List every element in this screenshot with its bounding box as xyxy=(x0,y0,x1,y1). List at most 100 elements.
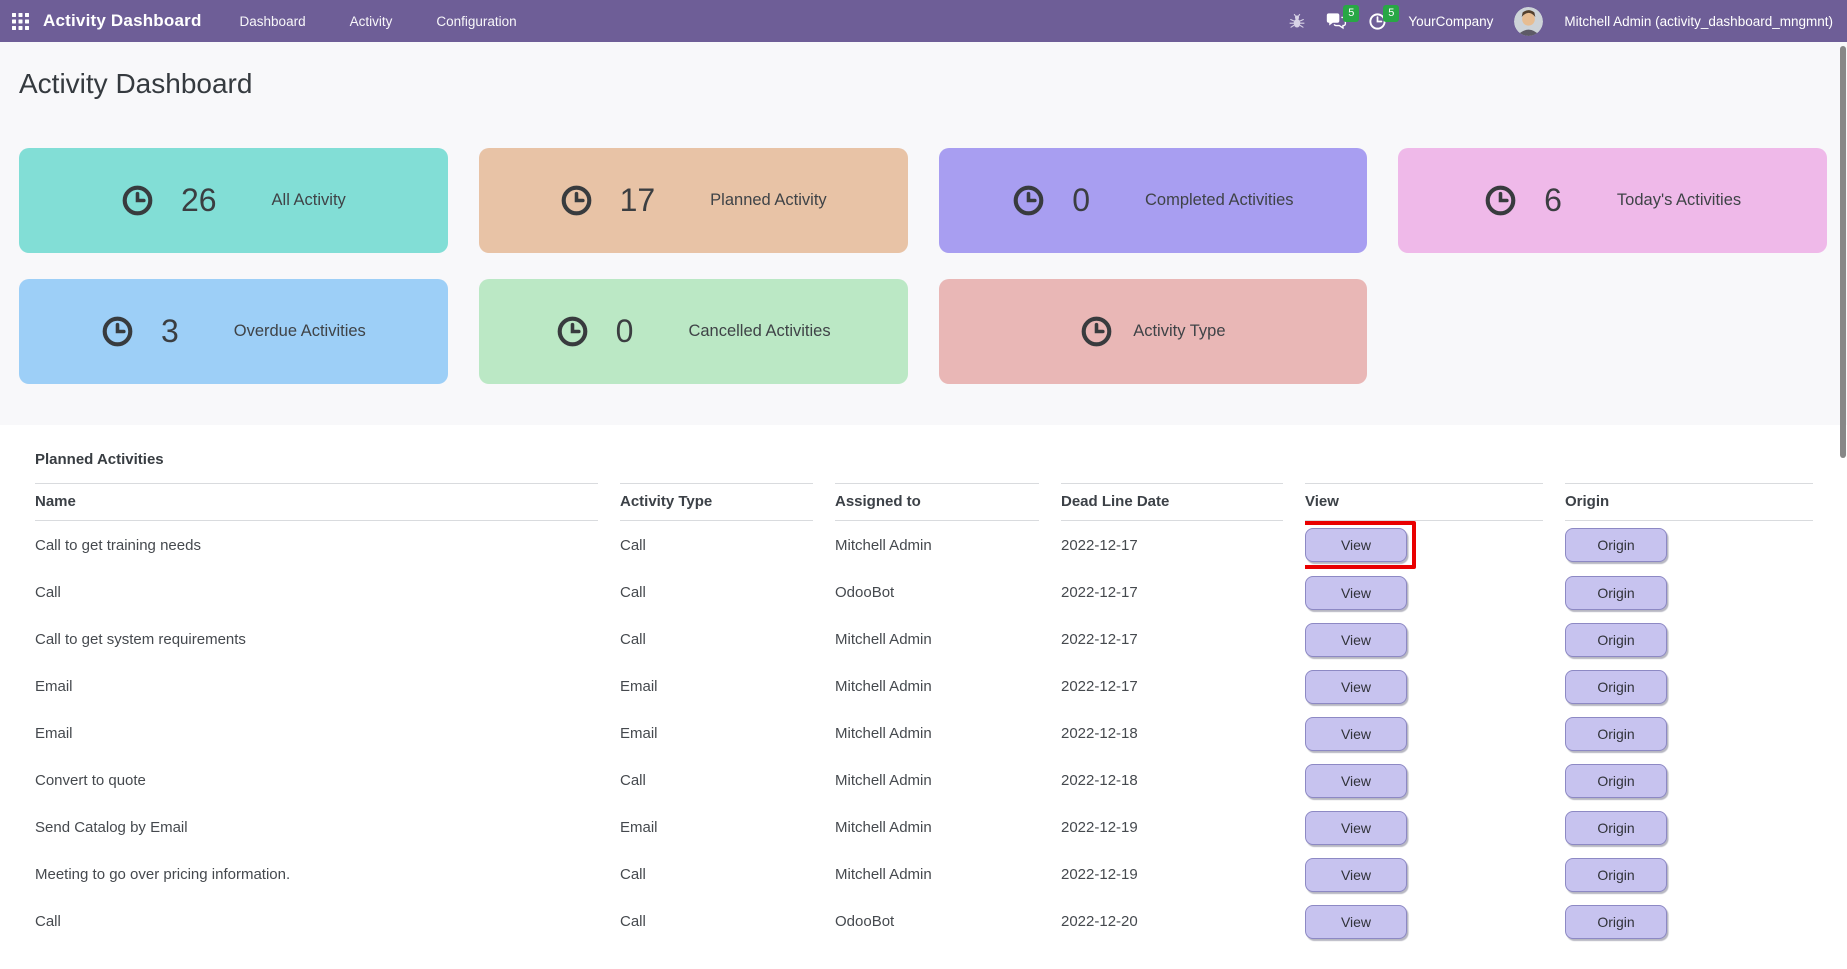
table-row: Call Call OdooBot 2022-12-17 View Origin xyxy=(35,569,1813,616)
stat-label: All Activity xyxy=(271,191,346,209)
view-button-highlight: View xyxy=(1305,622,1407,657)
nav-menu-activity[interactable]: Activity xyxy=(350,14,393,29)
col-header-view: View xyxy=(1305,483,1543,521)
cell-name: Call xyxy=(35,913,61,930)
messages-icon[interactable]: 5 xyxy=(1326,4,1360,31)
view-button[interactable]: View xyxy=(1305,857,1407,892)
cell-view: View xyxy=(1305,851,1543,898)
cell-deadline: 2022-12-19 xyxy=(1061,866,1138,883)
cell-name: Email xyxy=(35,678,73,695)
stat-card-activity-type[interactable]: Activity Type xyxy=(938,279,1368,384)
stat-card-all-activity[interactable]: 26 All Activity xyxy=(19,148,448,253)
origin-button[interactable]: Origin xyxy=(1565,669,1667,704)
stat-label: Completed Activities xyxy=(1144,191,1294,209)
cell-name: Email xyxy=(35,725,73,742)
stat-card-completed-activities[interactable]: 0 Completed Activities xyxy=(938,148,1368,253)
table-row: Call Call OdooBot 2022-12-20 View Origin xyxy=(35,898,1813,945)
cell-activity-type: Call xyxy=(620,913,646,930)
view-button-highlight: View xyxy=(1305,904,1407,939)
view-button[interactable]: View xyxy=(1305,763,1407,798)
table-row: Call to get system requirements Call Mit… xyxy=(35,616,1813,663)
cell-assigned-to: Mitchell Admin xyxy=(835,866,932,883)
stat-label: Activity Type xyxy=(1133,322,1226,340)
nav-menu-dashboard[interactable]: Dashboard xyxy=(240,14,306,29)
view-button-highlight: View xyxy=(1305,857,1407,892)
cell-deadline: 2022-12-17 xyxy=(1061,584,1138,601)
cell-assigned-to: Mitchell Admin xyxy=(835,536,932,554)
cell-name: Convert to quote xyxy=(35,772,146,789)
stat-label: Cancelled Activities xyxy=(688,322,831,340)
stat-card-planned-activity[interactable]: 17 Planned Activity xyxy=(478,148,908,253)
view-button-highlight: View xyxy=(1305,810,1407,845)
app-brand-title[interactable]: Activity Dashboard xyxy=(43,11,202,31)
cell-activity-type: Call xyxy=(620,772,646,789)
origin-button[interactable]: Origin xyxy=(1565,904,1667,939)
user-avatar[interactable] xyxy=(1514,6,1544,36)
view-button[interactable]: View xyxy=(1305,528,1407,562)
cell-view: View xyxy=(1305,616,1543,663)
cell-origin: Origin xyxy=(1565,521,1813,569)
planned-activities-section: Planned Activities Name Activity Type As… xyxy=(0,425,1847,945)
cell-origin: Origin xyxy=(1565,663,1813,710)
planned-activities-table: Name Activity Type Assigned to Dead Line… xyxy=(13,483,1835,945)
stat-card-cancelled-activities[interactable]: 0 Cancelled Activities xyxy=(478,279,908,384)
cell-assigned-to: Mitchell Admin xyxy=(835,678,932,695)
company-switcher[interactable]: YourCompany xyxy=(1408,14,1493,29)
view-button-highlight: View xyxy=(1305,763,1407,798)
origin-button[interactable]: Origin xyxy=(1565,528,1667,562)
view-button[interactable]: View xyxy=(1305,669,1407,704)
view-button-highlight: View xyxy=(1305,521,1416,569)
cell-view: View xyxy=(1305,710,1543,757)
cell-origin: Origin xyxy=(1565,898,1813,945)
view-button[interactable]: View xyxy=(1305,716,1407,751)
origin-button[interactable]: Origin xyxy=(1565,763,1667,798)
view-button-highlight: View xyxy=(1305,575,1407,610)
cell-name: Call to get training needs xyxy=(35,536,201,554)
stat-label: Overdue Activities xyxy=(233,322,366,340)
stat-card-overdue-activities[interactable]: 3 Overdue Activities xyxy=(19,279,448,384)
col-header-assigned-to: Assigned to xyxy=(835,483,1039,521)
cell-assigned-to: Mitchell Admin xyxy=(835,819,932,836)
clock-icon xyxy=(1012,184,1045,217)
cell-view: View xyxy=(1305,663,1543,710)
user-menu[interactable]: Mitchell Admin (activity_dashboard_mngmn… xyxy=(1564,14,1833,29)
cell-activity-type: Email xyxy=(620,725,658,742)
bug-icon[interactable] xyxy=(1289,13,1305,30)
table-header-row: Name Activity Type Assigned to Dead Line… xyxy=(35,483,1813,521)
stat-count: 26 xyxy=(180,182,217,218)
stat-count: 3 xyxy=(160,313,179,349)
origin-button[interactable]: Origin xyxy=(1565,857,1667,892)
view-button[interactable]: View xyxy=(1305,904,1407,939)
cell-origin: Origin xyxy=(1565,710,1813,757)
cell-name: Call xyxy=(35,584,61,601)
col-header-origin: Origin xyxy=(1565,483,1813,521)
nav-menu-configuration[interactable]: Configuration xyxy=(436,14,516,29)
clock-icon xyxy=(1484,184,1517,217)
clock-icon xyxy=(101,315,134,348)
view-button[interactable]: View xyxy=(1305,622,1407,657)
cell-assigned-to: OdooBot xyxy=(835,584,895,601)
nav-menus: Dashboard Activity Configuration xyxy=(240,14,517,29)
origin-button[interactable]: Origin xyxy=(1565,575,1667,610)
stat-card-todays-activities[interactable]: 6 Today's Activities xyxy=(1398,148,1827,253)
view-button[interactable]: View xyxy=(1305,810,1407,845)
origin-button[interactable]: Origin xyxy=(1565,810,1667,845)
cell-assigned-to: Mitchell Admin xyxy=(835,631,932,648)
view-button[interactable]: View xyxy=(1305,575,1407,610)
col-header-activity-type: Activity Type xyxy=(620,483,813,521)
section-title: Planned Activities xyxy=(35,451,164,468)
cell-name: Send Catalog by Email xyxy=(35,819,188,836)
navbar-right: 5 5 YourCompany Mitchell Admin (activity… xyxy=(1289,4,1833,36)
clock-icon xyxy=(560,184,593,217)
cell-assigned-to: Mitchell Admin xyxy=(835,772,932,789)
cell-origin: Origin xyxy=(1565,804,1813,851)
origin-button[interactable]: Origin xyxy=(1565,622,1667,657)
cell-activity-type: Email xyxy=(620,678,658,695)
origin-button[interactable]: Origin xyxy=(1565,716,1667,751)
vertical-scrollbar[interactable] xyxy=(1840,46,1846,458)
table-row: Send Catalog by Email Email Mitchell Adm… xyxy=(35,804,1813,851)
activities-clock-icon[interactable]: 5 xyxy=(1368,4,1400,31)
cell-view: View xyxy=(1305,898,1543,945)
col-header-name: Name xyxy=(35,483,598,521)
apps-grid-icon[interactable] xyxy=(12,12,29,30)
